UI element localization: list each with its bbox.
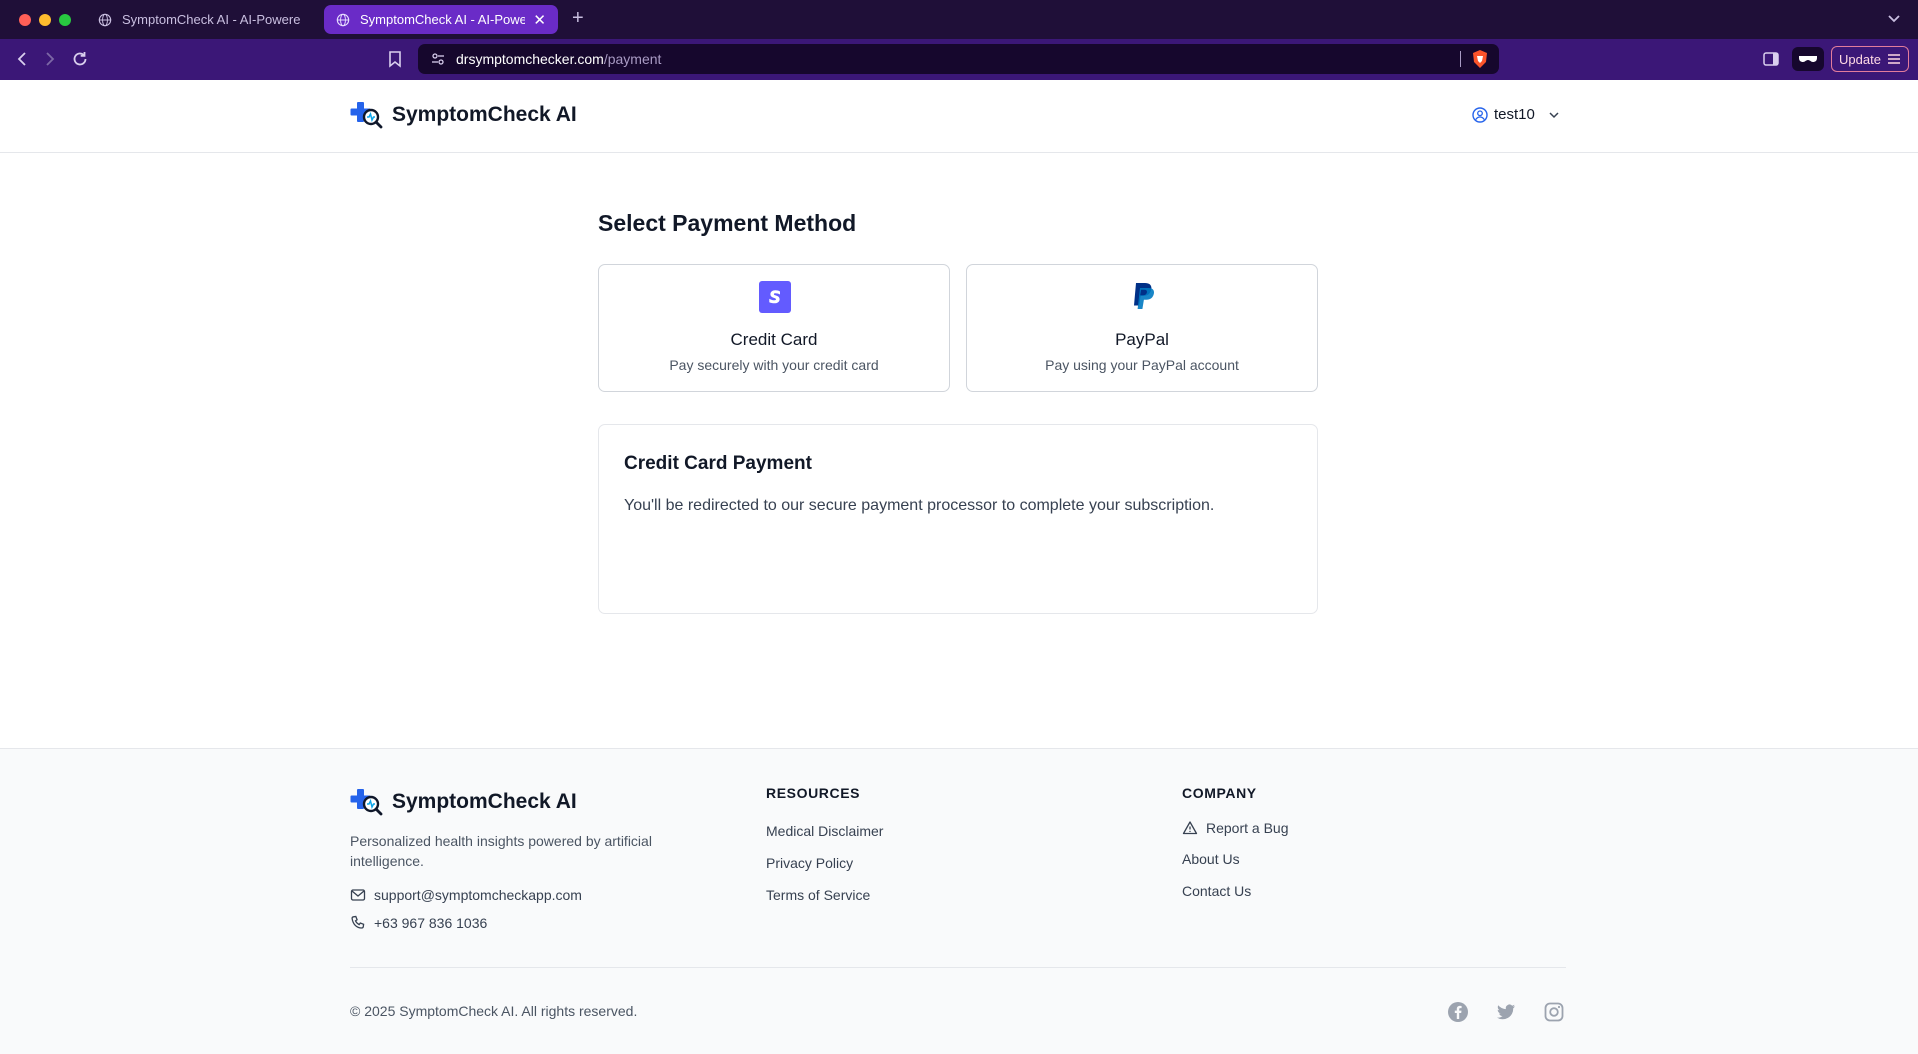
browser-titlebar: SymptomCheck AI - AI-Powered SymptomChec… (0, 0, 1918, 39)
globe-icon (98, 13, 112, 26)
footer-brand-name: SymptomCheck AI (392, 790, 577, 813)
user-circle-icon (1472, 106, 1488, 123)
site-footer: SymptomCheck AI Personalized health insi… (0, 748, 1918, 1054)
page-title: Select Payment Method (598, 210, 857, 236)
footer-brand[interactable]: SymptomCheck AI (350, 785, 577, 819)
bookmark-icon[interactable] (386, 49, 404, 69)
url-divider (1460, 51, 1461, 67)
twitter-icon[interactable] (1495, 1001, 1517, 1023)
site-settings-icon[interactable] (430, 51, 446, 67)
brand-logo-link[interactable]: SymptomCheck AI (350, 98, 577, 132)
warning-triangle-icon (1182, 821, 1198, 835)
brand-name: SymptomCheck AI (392, 103, 577, 126)
tab-title: SymptomCheck AI - AI-Powe (360, 12, 526, 27)
tab-title: SymptomCheck AI - AI-Powered (122, 12, 300, 27)
resources-heading: RESOURCES (766, 785, 861, 801)
method-title: PayPal (1115, 330, 1169, 349)
chevron-down-icon (1549, 111, 1559, 118)
paypal-option[interactable]: PayPal Pay using your PayPal account (966, 264, 1318, 392)
browser-tab-active[interactable]: SymptomCheck AI - AI-Powe ✕ (324, 5, 558, 34)
tab-close-icon[interactable]: ✕ (533, 11, 546, 29)
window-maximize-button[interactable] (59, 13, 71, 26)
method-description: Pay securely with your credit card (669, 357, 879, 373)
contact-phone[interactable]: +63 967 836 1036 (350, 915, 487, 931)
new-tab-button[interactable]: + (572, 7, 584, 30)
phone-icon (351, 915, 365, 929)
instagram-icon[interactable] (1543, 1001, 1565, 1023)
brave-shield-icon[interactable] (1471, 49, 1489, 69)
globe-icon (336, 13, 350, 26)
company-heading: COMPANY (1182, 785, 1257, 801)
window-minimize-button[interactable] (39, 13, 51, 26)
phone-text: +63 967 836 1036 (374, 915, 488, 931)
method-description: Pay using your PayPal account (1045, 357, 1239, 373)
email-text: support@symptomcheckapp.com (374, 887, 582, 903)
sidebar-toggle-icon[interactable] (1762, 50, 1780, 68)
footer-divider (350, 967, 1566, 968)
panel-text: You'll be redirected to our secure payme… (624, 497, 1215, 514)
report-bug-label: Report a Bug (1206, 820, 1289, 836)
facebook-icon[interactable] (1447, 1001, 1469, 1023)
url-host: drsymptomchecker.com (456, 51, 604, 67)
contact-email[interactable]: support@symptomcheckapp.com (350, 887, 582, 903)
credit-card-option[interactable]: Credit Card Pay securely with your credi… (598, 264, 950, 392)
site-header: SymptomCheck AI test10 (0, 80, 1918, 153)
medical-disclaimer-link[interactable]: Medical Disclaimer (766, 823, 883, 839)
chevron-down-icon[interactable] (1884, 9, 1904, 29)
contact-us-link[interactable]: Contact Us (1182, 883, 1251, 899)
wallet-button[interactable] (1792, 47, 1824, 71)
report-bug-link[interactable]: Report a Bug (1182, 820, 1289, 836)
footer-tagline: Personalized health insights powered by … (350, 833, 652, 869)
update-button[interactable]: Update (1831, 46, 1909, 72)
glasses-icon (1799, 56, 1817, 62)
medical-search-logo-icon (350, 102, 383, 129)
username: test10 (1494, 106, 1535, 123)
privacy-policy-link[interactable]: Privacy Policy (766, 855, 853, 871)
window-close-button[interactable] (19, 13, 31, 26)
panel-title: Credit Card Payment (624, 453, 812, 474)
back-icon[interactable] (12, 49, 32, 69)
medical-search-logo-icon (350, 789, 383, 816)
browser-toolbar: drsymptomchecker.com/payment Update (0, 39, 1918, 80)
update-label: Update (1839, 51, 1881, 67)
user-menu[interactable]: test10 (1472, 106, 1561, 123)
terms-of-service-link[interactable]: Terms of Service (766, 887, 870, 903)
stripe-icon (759, 281, 791, 313)
forward-icon[interactable] (40, 49, 60, 69)
menu-icon (1887, 54, 1900, 64)
browser-tab[interactable]: SymptomCheck AI - AI-Powered (86, 5, 312, 34)
window-controls (19, 13, 71, 26)
method-title: Credit Card (730, 330, 818, 349)
credit-card-payment-panel: Credit Card Payment You'll be redirected… (598, 424, 1318, 614)
mail-icon (350, 889, 366, 901)
reload-icon[interactable] (70, 49, 90, 69)
about-us-link[interactable]: About Us (1182, 851, 1240, 867)
paypal-icon (1134, 283, 1155, 309)
address-bar[interactable]: drsymptomchecker.com/payment (418, 44, 1499, 74)
url-path: /payment (603, 51, 662, 67)
copyright: © 2025 SymptomCheck AI. All rights reser… (350, 1003, 638, 1019)
